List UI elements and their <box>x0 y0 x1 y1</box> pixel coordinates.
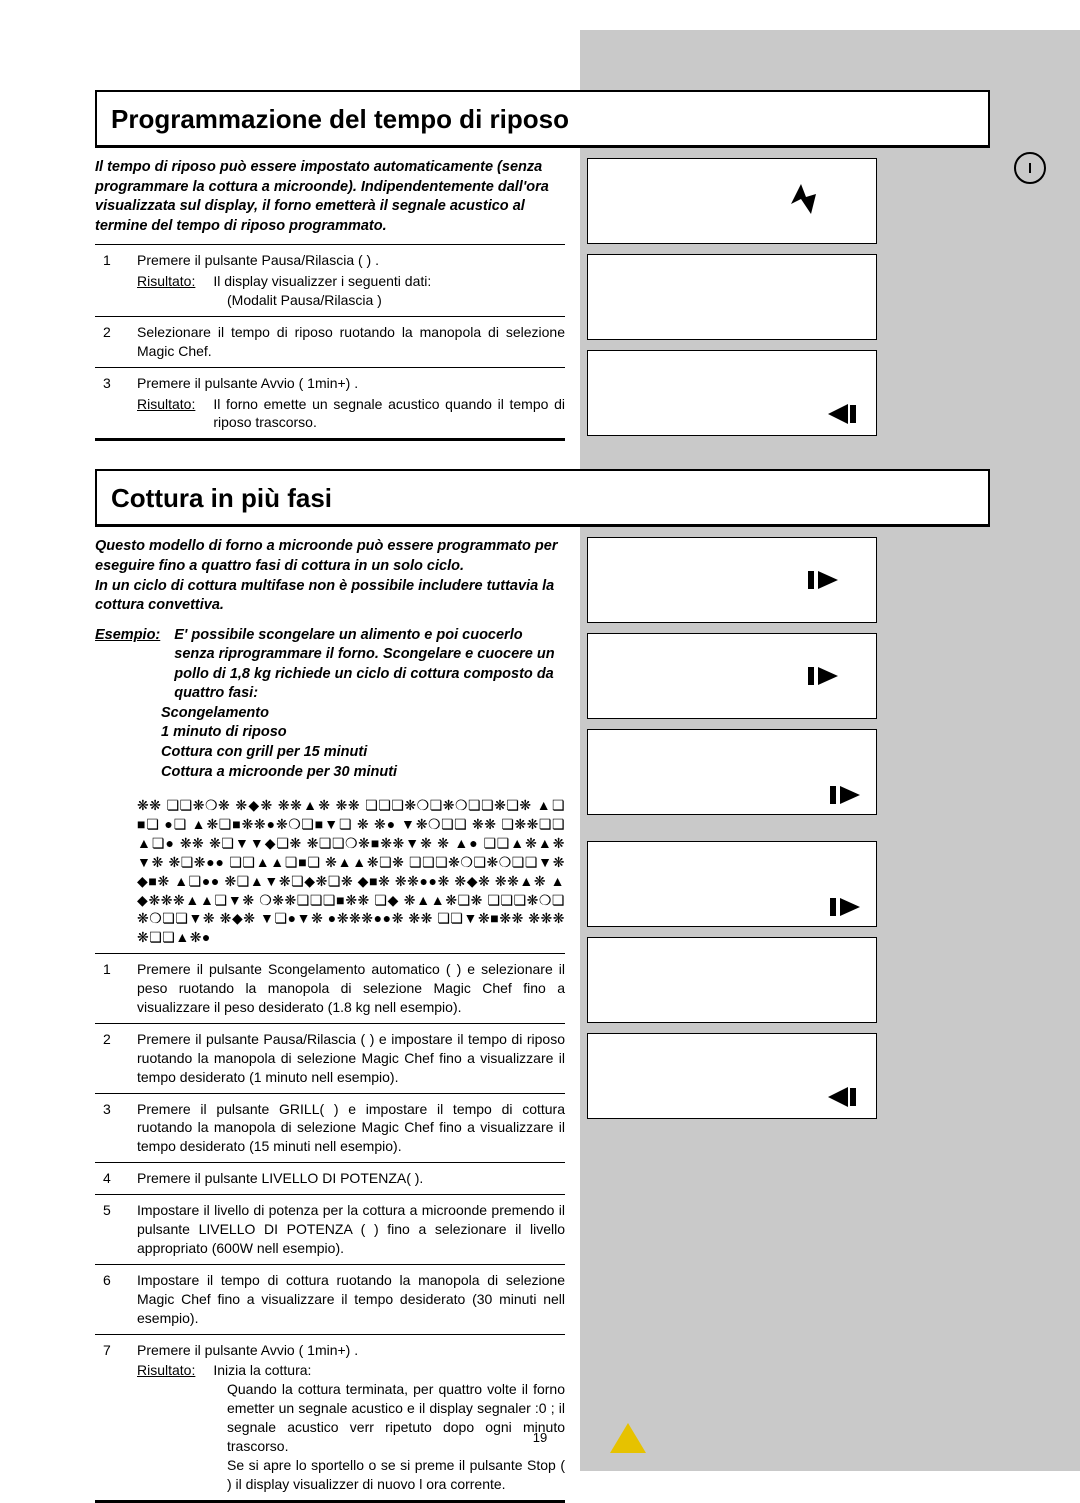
pause-icon <box>786 179 826 219</box>
section2-body: Questo modello di forno a microonde può … <box>95 527 990 1502</box>
illustration-box <box>587 841 877 927</box>
play-arrow-icon <box>806 663 846 689</box>
illustration-box <box>587 1033 877 1119</box>
example-text: E' possibile scongelare un alimento e po… <box>174 626 565 704</box>
illustration-box <box>587 633 877 719</box>
example-label: Esempio: <box>95 626 160 704</box>
step-text: Premere il pulsante Pausa/Rilascia ( ) .… <box>137 251 565 310</box>
rule <box>95 1500 565 1503</box>
step-number: 3 <box>95 374 137 433</box>
section1-body: Il tempo di riposo può essere impostato … <box>95 148 990 441</box>
section1-left: Il tempo di riposo può essere impostato … <box>95 148 565 441</box>
step-number: 1 <box>95 251 137 310</box>
section1-title-box: Programmazione del tempo di riposo <box>95 90 990 145</box>
section2-intro: Questo modello di forno a microonde può … <box>95 527 565 623</box>
play-arrow-icon <box>806 567 846 593</box>
step: 2 Selezionare il tempo di riposo ruotand… <box>95 317 565 367</box>
main-content: Programmazione del tempo di riposo Il te… <box>95 90 990 1503</box>
illustration-box <box>587 729 877 815</box>
illustration-box <box>587 254 877 340</box>
step: 4 Premere il pulsante LIVELLO DI POTENZA… <box>95 1163 565 1194</box>
step-number: 2 <box>95 323 137 361</box>
step: 7 Premere il pulsante Avvio ( 1min+) . R… <box>95 1335 565 1500</box>
section2-left: Questo modello di forno a microonde può … <box>95 527 565 1502</box>
step-text: Premere il pulsante Avvio ( 1min+) . Ris… <box>137 374 565 433</box>
illustration-box <box>587 158 877 244</box>
step: 3 Premere il pulsante GRILL( ) e imposta… <box>95 1094 565 1163</box>
step: 6 Impostare il tempo di cottura ruotando… <box>95 1265 565 1334</box>
section2-right <box>587 527 877 1502</box>
play-arrow-icon <box>828 782 868 808</box>
step-text: Selezionare il tempo di riposo ruotando … <box>137 323 565 361</box>
rule <box>95 438 565 441</box>
step: 1 Premere il pulsante Pausa/Rilascia ( )… <box>95 245 565 316</box>
section2-title-box: Cottura in più fasi <box>95 469 990 524</box>
example-list: Scongelamento 1 minuto di riposo Cottura… <box>95 704 565 782</box>
illustration-box <box>587 937 877 1023</box>
start-arrow-icon <box>818 1082 868 1112</box>
section1-right <box>587 148 877 441</box>
start-arrow-icon <box>818 399 868 429</box>
section1-intro: Il tempo di riposo può essere impostato … <box>95 148 565 244</box>
play-arrow-icon <box>828 894 868 920</box>
document-page: Programmazione del tempo di riposo Il te… <box>0 0 1080 1471</box>
illustration-box <box>587 537 877 623</box>
section1-title: Programmazione del tempo di riposo <box>97 92 988 145</box>
step: 2 Premere il pulsante Pausa/Rilascia ( )… <box>95 1024 565 1093</box>
step: 1 Premere il pulsante Scongelamento auto… <box>95 954 565 1023</box>
corrupt-note: ❋❋ ❏❏❋❍❋ ❋◆❋ ❋❋▲❋ ❋❋ ❏❏❏❋❍❏❋❍❏❏❋❏❋ ▲❏■❏ … <box>95 790 565 953</box>
example-block: Esempio: E' possibile scongelare un alim… <box>95 624 565 791</box>
step: 3 Premere il pulsante Avvio ( 1min+) . R… <box>95 368 565 439</box>
step: 5 Impostare il livello di potenza per la… <box>95 1195 565 1264</box>
illustration-box <box>587 350 877 436</box>
tab-marker-icon <box>1014 152 1046 184</box>
section2-title: Cottura in più fasi <box>97 471 988 524</box>
